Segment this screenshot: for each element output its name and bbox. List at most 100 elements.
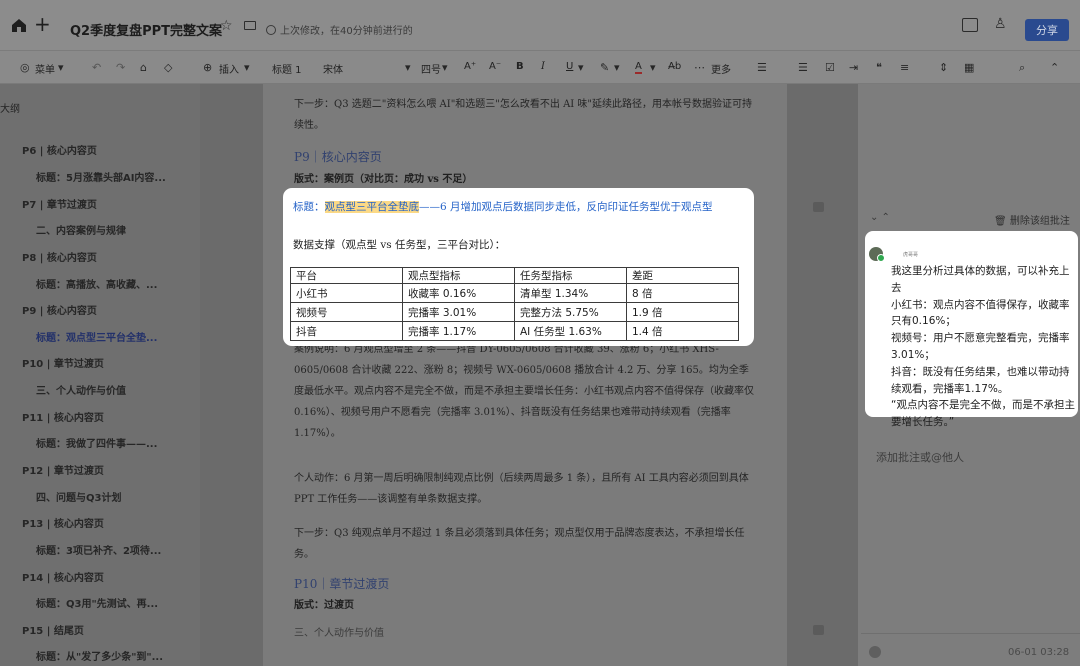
insert-chevron-icon[interactable]: ▾	[244, 61, 250, 74]
table-cell[interactable]: 完整方法 5.75%	[514, 302, 627, 322]
insert-button[interactable]: 插入	[219, 61, 239, 76]
outline-item[interactable]: P13 | 核心内容页	[22, 515, 104, 530]
outline-item[interactable]: 标题：Q3用"先测试、再...	[36, 595, 158, 610]
comment-marker-icon[interactable]	[813, 625, 824, 635]
underline-icon[interactable]: U	[566, 61, 573, 72]
table-cell[interactable]: 平台	[290, 267, 403, 284]
line-spacing-icon[interactable]: ⇕	[939, 61, 948, 74]
outline-item[interactable]: P7 | 章节过渡页	[22, 196, 97, 211]
table-cell[interactable]: 视频号	[290, 302, 403, 322]
table-cell[interactable]: 观点型指标	[402, 267, 515, 284]
outline-item[interactable]: P8 | 核心内容页	[22, 249, 97, 264]
comparison-table[interactable]: 平台 观点型指标 任务型指标 差距 小红书 收藏率 0.16% 清单型 1.34…	[290, 267, 739, 341]
table-cell[interactable]: AI 任务型 1.63%	[514, 321, 627, 341]
commented-text-highlight[interactable]: 观点型三平台全垫底	[324, 201, 419, 213]
checklist-icon[interactable]: ☑	[825, 61, 835, 74]
increase-font-icon[interactable]: A⁺	[464, 61, 476, 72]
avatar[interactable]	[869, 247, 885, 262]
share-button[interactable]: 分享	[1025, 19, 1069, 41]
outline-item[interactable]: 标题：从"发了多少条"到"...	[36, 648, 163, 663]
font-select[interactable]: 宋体	[323, 61, 343, 76]
outline-item[interactable]: P9 | 核心内容页	[22, 302, 97, 317]
outline-item[interactable]: P6 | 核心内容页	[22, 142, 97, 157]
menu-button[interactable]: 菜单	[35, 61, 55, 76]
data-support-label[interactable]: 数据支撑（观点型 vs 任务型，三平台对比）：	[293, 237, 505, 252]
font-color-icon[interactable]: A	[635, 61, 642, 74]
insert-icon[interactable]: ⊕	[203, 61, 212, 74]
more-button[interactable]: 更多	[711, 61, 731, 76]
bullet-list-icon[interactable]: ☰	[757, 61, 767, 74]
avatar[interactable]	[869, 646, 881, 658]
document-title[interactable]: Q2季度复盘PPT完整文案	[70, 20, 222, 39]
p9-heading[interactable]: P9｜核心内容页	[294, 148, 382, 165]
paragraph-action[interactable]: 个人动作：6 月第一周后明确限制纯观点比例（后续两周最多 1 条），且所有 AI…	[294, 468, 754, 510]
outline-item[interactable]: 四、问题与Q3计划	[36, 489, 121, 504]
table-cell[interactable]: 差距	[626, 267, 739, 284]
redo-icon[interactable]: ↷	[116, 61, 125, 74]
table-cell[interactable]: 完播率 3.01%	[402, 302, 515, 322]
highlight-icon[interactable]: ✎	[600, 61, 609, 74]
outline-item[interactable]: 二、内容案例与规律	[36, 222, 126, 237]
align-icon[interactable]: ≡	[900, 61, 909, 74]
table-cell[interactable]: 任务型指标	[514, 267, 627, 284]
slide-title[interactable]: 标题：观点型三平台全垫底——6 月增加观点后数据同步走低，反向印证任务型优于观点…	[293, 199, 748, 216]
highlighted-content-block[interactable]: 标题：观点型三平台全垫底——6 月增加观点后数据同步走低，反向印证任务型优于观点…	[283, 188, 754, 346]
table-cell[interactable]: 8 倍	[626, 283, 739, 303]
table-cell[interactable]: 收藏率 0.16%	[402, 283, 515, 303]
quote-icon[interactable]: ❝	[876, 61, 882, 74]
table-cell[interactable]: 抖音	[290, 321, 403, 341]
toolbar-collapse-icon[interactable]: ⌃	[1050, 61, 1059, 74]
size-chevron-icon[interactable]: ▾	[442, 61, 448, 74]
delete-comment-group-button[interactable]: 🗑 删除该组批注	[994, 212, 1070, 227]
numbered-list-icon[interactable]: ☰	[798, 61, 808, 74]
bold-icon[interactable]: B	[516, 61, 524, 72]
style-select[interactable]: 标题 1	[272, 61, 302, 76]
comment-card[interactable]: 虎哥哥 我这里分析过具体的数据，可以补充上去 小红书：观点内容不值得保存，收藏率…	[865, 231, 1078, 428]
outline-item[interactable]: 标题：5月涨靠头部AI内容...	[36, 169, 166, 184]
outline-item[interactable]: P10 | 章节过渡页	[22, 355, 104, 370]
font-color-chevron-icon[interactable]: ▾	[650, 61, 656, 74]
highlight-chevron-icon[interactable]: ▾	[614, 61, 620, 74]
search-icon[interactable]: ⌕	[1019, 61, 1025, 75]
paragraph-next-step[interactable]: 下一步：Q3 选题二"资料怎么喂 AI"和选题三"怎么改看不出 AI 味"延续此…	[294, 94, 754, 136]
table-cell[interactable]: 1.4 倍	[626, 321, 739, 341]
outline-item[interactable]: P14 | 核心内容页	[22, 569, 104, 584]
table-cell[interactable]: 清单型 1.34%	[514, 283, 627, 303]
table-icon[interactable]: ▦	[964, 61, 974, 74]
folder-icon[interactable]	[244, 21, 256, 30]
user-icon[interactable]: ♙	[994, 16, 1007, 32]
home-icon[interactable]	[10, 16, 28, 34]
italic-icon[interactable]: I	[541, 61, 545, 72]
star-icon[interactable]: ☆	[220, 18, 233, 34]
decrease-font-icon[interactable]: A⁻	[489, 61, 501, 72]
format-painter-icon[interactable]: ⌂	[140, 61, 147, 74]
outline-item[interactable]: 三、个人动作与价值	[36, 382, 126, 397]
strikethrough-icon[interactable]: A̶b	[668, 61, 681, 72]
clear-format-icon[interactable]: ◇	[164, 61, 172, 74]
add-comment-input[interactable]: 添加批注或@他人	[876, 449, 964, 465]
collapse-chevron-icon[interactable]: ⌄ ⌃	[870, 212, 890, 223]
outline-item-active[interactable]: 标题：观点型三平台全垫...	[36, 329, 157, 344]
p10-format-line[interactable]: 版式：过渡页	[294, 596, 354, 611]
paragraph-next-step-q3[interactable]: 下一步：Q3 纯观点单月不超过 1 条且必须落到具体任务；观点型仅用于品牌态度表…	[294, 523, 754, 565]
outline-item[interactable]: P12 | 章节过渡页	[22, 462, 104, 477]
font-chevron-icon[interactable]: ▾	[405, 61, 411, 74]
menu-chevron-icon[interactable]: ▾	[58, 61, 64, 74]
underline-chevron-icon[interactable]: ▾	[578, 61, 584, 74]
outline-item[interactable]: 标题：高播放、高收藏、...	[36, 276, 157, 291]
p10-heading[interactable]: P10｜章节过渡页	[294, 575, 389, 592]
table-cell[interactable]: 1.9 倍	[626, 302, 739, 322]
table-cell[interactable]: 小红书	[290, 283, 403, 303]
p9-format-line[interactable]: 版式：案例页（对比页：成功 vs 不足）	[294, 170, 472, 185]
undo-icon[interactable]: ↶	[92, 61, 101, 74]
outline-item[interactable]: P15 | 结尾页	[22, 622, 84, 637]
font-size-select[interactable]: 四号	[421, 61, 441, 76]
more-icon[interactable]: ⋯	[694, 61, 705, 74]
paragraph-case[interactable]: 案例说明：6 月观点型增至 2 条——抖音 DY-0605/0608 合计收藏 …	[294, 339, 754, 444]
outline-item[interactable]: 标题：3项已补齐、2项待...	[36, 542, 161, 557]
comment-marker-icon[interactable]	[813, 202, 824, 212]
outline-item[interactable]: 标题：我做了四件事——...	[36, 435, 157, 450]
p10-section-title[interactable]: 三、个人动作与价值	[294, 624, 384, 639]
present-icon[interactable]	[962, 18, 978, 32]
outline-item[interactable]: P11 | 核心内容页	[22, 409, 104, 424]
